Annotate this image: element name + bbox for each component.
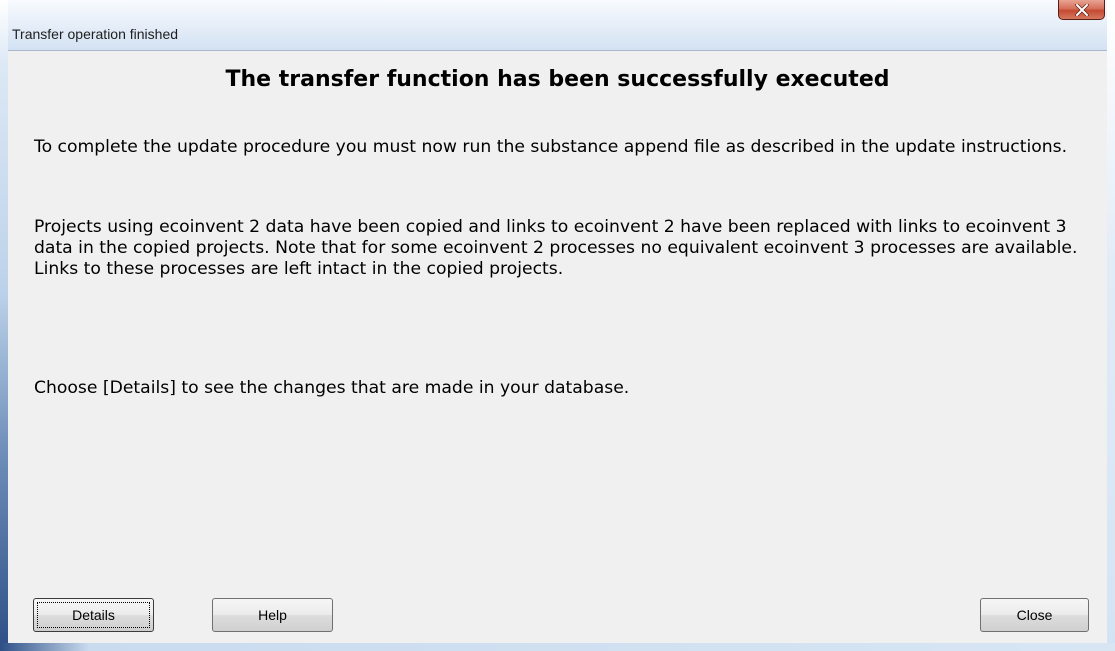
help-button[interactable]: Help	[212, 598, 333, 632]
help-button-label: Help	[258, 607, 287, 623]
message-paragraph-update: To complete the update procedure you mus…	[34, 137, 1068, 157]
dialog-content: The transfer function has been successfu…	[8, 50, 1107, 643]
close-button-label: Close	[1016, 607, 1053, 623]
details-button-label: Details	[72, 607, 115, 623]
close-icon	[1074, 3, 1089, 16]
title-bar[interactable]: Transfer operation finished	[0, 0, 1115, 50]
window-frame-left	[0, 0, 8, 651]
window-frame-bottom	[0, 643, 1115, 651]
window-close-button[interactable]	[1058, 0, 1105, 20]
close-button[interactable]: Close	[980, 598, 1089, 632]
dialog-heading: The transfer function has been successfu…	[225, 67, 890, 92]
dialog-window: Transfer operation finished The transfer…	[0, 0, 1115, 651]
message-paragraph-projects: Projects using ecoinvent 2 data have bee…	[34, 217, 1078, 279]
window-title: Transfer operation finished	[12, 26, 179, 42]
message-paragraph-details: Choose [Details] to see the changes that…	[34, 378, 630, 398]
details-button[interactable]: Details	[33, 598, 154, 632]
window-frame-right	[1107, 0, 1115, 651]
